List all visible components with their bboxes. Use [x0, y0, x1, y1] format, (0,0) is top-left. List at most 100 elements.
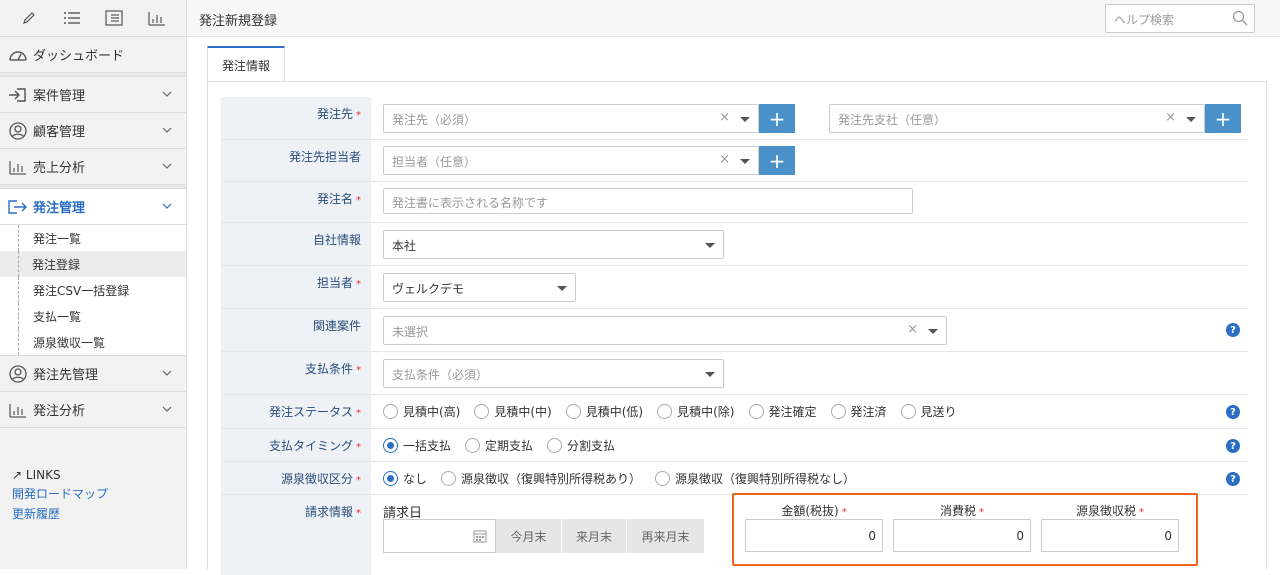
sidebar-item-sales-analysis[interactable]: 売上分析 — [0, 149, 186, 185]
sidebar-item-suppliers[interactable]: 発注先管理 — [0, 356, 186, 392]
caret-down-icon — [1186, 117, 1196, 122]
detail-list-icon[interactable] — [102, 6, 126, 30]
row-contact: 発注先担当者 担当者（任意） × + — [221, 140, 1248, 182]
field-label: 発注名 * — [221, 182, 371, 222]
help-search-input[interactable]: ヘルプ検索 — [1105, 4, 1255, 33]
add-contact-button[interactable]: + — [759, 146, 795, 175]
sidebar-item-label: 発注先管理 — [33, 368, 99, 383]
bar-chart-icon — [8, 400, 28, 420]
contact-select[interactable]: 担当者（任意） × — [383, 146, 759, 175]
supplier-select[interactable]: 発注先（必須） × — [383, 104, 759, 133]
field-label: 発注ステータス * — [221, 395, 371, 428]
timing-radio[interactable]: 定期支払 — [465, 437, 533, 454]
sign-in-icon — [8, 85, 28, 105]
row-timing: 支払タイミング * 一括支払 定期支払 分割支払 ? — [221, 429, 1248, 462]
sidebar-item-customers[interactable]: 顧客管理 — [0, 113, 186, 149]
clear-icon[interactable]: × — [1165, 110, 1176, 125]
field-label: 支払タイミング * — [221, 429, 371, 461]
tax-input[interactable]: 0 — [893, 519, 1031, 552]
caret-down-icon — [705, 243, 715, 248]
pencil-icon[interactable] — [17, 6, 41, 30]
payment-terms-select[interactable]: 支払条件（必須） — [383, 359, 724, 388]
supplier-branch-select[interactable]: 発注先支社（任意） × — [829, 104, 1205, 133]
help-icon[interactable]: ? — [1226, 439, 1240, 453]
timing-radio[interactable]: 一括支払 — [383, 437, 451, 454]
withholding-tax-input[interactable]: 0 — [1041, 519, 1179, 552]
field-label: 請求情報 * — [221, 495, 371, 575]
sidebar-item-order-analysis[interactable]: 発注分析 — [0, 392, 186, 428]
sidebar-item-label: 売上分析 — [33, 161, 86, 176]
status-radio[interactable]: 見積中(高) — [383, 403, 460, 420]
help-icon[interactable]: ? — [1226, 405, 1240, 419]
row-status: 発注ステータス * 見積中(高) 見積中(中) 見積中(低) 見積中(除) 発注確… — [221, 395, 1248, 429]
calendar-icon[interactable] — [473, 529, 487, 547]
next-month-end-button[interactable]: 来月末 — [562, 519, 627, 553]
sidebar: ダッシュボード 案件管理 顧客管理 売上分析 発注管理 発注一覧 発注登録 発注… — [0, 0, 187, 569]
page-title: 発注新規登録 — [199, 14, 278, 29]
billing-date-input[interactable] — [383, 519, 496, 553]
orders-submenu: 発注一覧 発注登録 発注CSV一括登録 支払一覧 源泉徴収一覧 — [0, 225, 186, 356]
sidebar-item-dashboard[interactable]: ダッシュボード — [0, 37, 186, 73]
submenu-item-order-list[interactable]: 発注一覧 — [18, 225, 186, 251]
field-label: 担当者 * — [221, 266, 371, 308]
row-company: 自社情報 本社 — [221, 223, 1248, 266]
speedometer-icon — [8, 45, 28, 65]
status-radio[interactable]: 発注済 — [830, 403, 887, 420]
chevron-down-icon — [162, 199, 172, 212]
timing-radio[interactable]: 分割支払 — [547, 437, 615, 454]
withholding-radio[interactable]: なし — [383, 470, 427, 487]
row-order-name: 発注名 * 発注書に表示される名称です — [221, 182, 1248, 223]
caret-down-icon — [740, 159, 750, 164]
help-icon[interactable]: ? — [1226, 323, 1240, 337]
caret-down-icon — [705, 372, 715, 377]
withholding-radio[interactable]: 源泉徴収（復興特別所得税なし） — [655, 470, 855, 487]
company-select[interactable]: 本社 — [383, 230, 724, 259]
withholding-tax-label: 源泉徴収税 * — [1075, 504, 1144, 518]
links-section: ↗ LINKS 開発ロードマップ 更新履歴 — [12, 468, 108, 525]
clear-icon[interactable]: × — [907, 322, 918, 337]
order-name-input[interactable]: 発注書に表示される名称です — [383, 188, 913, 214]
withholding-radio[interactable]: 源泉徴収（復興特別所得税あり） — [441, 470, 641, 487]
row-payment: 支払条件 * 支払条件（必須） — [221, 352, 1248, 395]
chevron-down-icon — [162, 159, 172, 172]
this-month-end-button[interactable]: 今月末 — [496, 519, 562, 553]
staff-select[interactable]: ヴェルクデモ — [383, 273, 576, 302]
status-radio[interactable]: 見積中(中) — [474, 403, 552, 420]
field-label: 発注先担当者 — [221, 140, 371, 181]
tab-order-info[interactable]: 発注情報 — [207, 46, 285, 82]
submenu-item-payment-list[interactable]: 支払一覧 — [18, 303, 186, 329]
chevron-down-icon — [162, 123, 172, 136]
sidebar-item-projects[interactable]: 案件管理 — [0, 77, 186, 113]
bar-chart-icon — [8, 157, 28, 177]
status-radio[interactable]: 見積中(除) — [657, 403, 735, 420]
field-label: 自社情報 — [221, 223, 371, 265]
search-icon[interactable] — [1232, 10, 1248, 29]
amount-input[interactable]: 0 — [745, 519, 883, 552]
month-after-next-end-button[interactable]: 再来月末 — [627, 519, 705, 553]
row-supplier: 発注先 * 発注先（必須） × + 発注先支社（任意） × + — [221, 97, 1248, 140]
add-branch-button[interactable]: + — [1205, 104, 1241, 133]
submenu-item-withholding-list[interactable]: 源泉徴収一覧 — [18, 329, 186, 355]
user-circle-icon — [8, 121, 28, 141]
sidebar-item-label: 発注分析 — [33, 404, 86, 419]
submenu-item-csv-import[interactable]: 発注CSV一括登録 — [18, 277, 186, 303]
row-staff: 担当者 * ヴェルクデモ — [221, 266, 1248, 309]
sidebar-item-orders[interactable]: 発注管理 — [0, 189, 186, 225]
status-radio[interactable]: 見送り — [900, 403, 957, 420]
bar-chart-icon[interactable] — [145, 6, 169, 30]
clear-icon[interactable]: × — [719, 152, 730, 167]
related-project-select[interactable]: 未選択 × — [383, 316, 947, 345]
sidebar-toolbar — [0, 0, 186, 37]
sidebar-item-label: 案件管理 — [33, 89, 86, 104]
status-radio[interactable]: 発注確定 — [748, 403, 817, 420]
add-supplier-button[interactable]: + — [759, 104, 795, 133]
link-changelog[interactable]: 更新履歴 — [12, 505, 108, 522]
clear-icon[interactable]: × — [719, 110, 730, 125]
link-roadmap[interactable]: 開発ロードマップ — [12, 485, 108, 502]
submenu-item-order-register[interactable]: 発注登録 — [0, 251, 186, 277]
help-icon[interactable]: ? — [1226, 472, 1240, 486]
list-icon[interactable] — [60, 6, 84, 30]
caret-down-icon — [557, 286, 567, 291]
status-radio[interactable]: 見積中(低) — [565, 403, 643, 420]
row-withholding: 源泉徴収区分 * なし 源泉徴収（復興特別所得税あり） 源泉徴収（復興特別所得税な… — [221, 462, 1248, 495]
